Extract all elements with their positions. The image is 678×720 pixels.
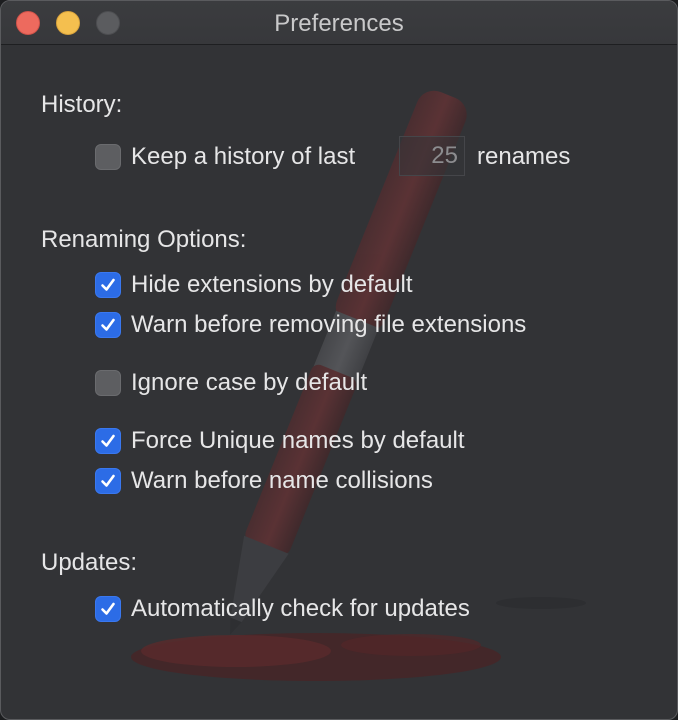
warn-name-collisions-label: Warn before name collisions [131,467,433,494]
checkmark-icon [101,602,115,615]
warn-removing-extensions-label: Warn before removing file extensions [131,311,527,338]
keep-history-option[interactable]: Keep a history of last [95,143,355,171]
updates-heading: Updates: [41,549,138,576]
checkmark-icon [101,434,115,447]
auto-check-updates-label: Automatically check for updates [131,595,470,622]
keep-history-label: Keep a history of last [131,143,356,170]
history-count-field[interactable] [399,136,465,176]
preferences-content: History: Keep a history of last renames … [1,45,677,719]
auto-check-updates-checkbox[interactable] [95,596,121,622]
ignore-case-option[interactable]: Ignore case by default [95,369,367,397]
ignore-case-checkbox[interactable] [95,370,121,396]
warn-removing-extensions-checkbox[interactable] [95,312,121,338]
keep-history-checkbox[interactable] [95,144,121,170]
warn-name-collisions-checkbox[interactable] [95,468,121,494]
checkmark-icon [101,278,115,291]
checkmark-icon [101,474,115,487]
warn-removing-extensions-option[interactable]: Warn before removing file extensions [95,311,526,339]
preferences-window: Preferences History: Keep a history of l… [0,0,678,720]
auto-check-updates-option[interactable]: Automatically check for updates [95,595,470,623]
renaming-options-heading: Renaming Options: [41,226,247,253]
force-unique-names-checkbox[interactable] [95,428,121,454]
hide-extensions-label: Hide extensions by default [131,271,413,298]
history-heading: History: [41,91,123,118]
hide-extensions-checkbox[interactable] [95,272,121,298]
hide-extensions-option[interactable]: Hide extensions by default [95,271,413,299]
force-unique-names-option[interactable]: Force Unique names by default [95,427,465,455]
warn-name-collisions-option[interactable]: Warn before name collisions [95,467,433,495]
force-unique-names-label: Force Unique names by default [131,427,465,454]
renames-label: renames [477,143,571,170]
ignore-case-label: Ignore case by default [131,369,368,396]
title-bar[interactable]: Preferences [1,1,677,45]
checkmark-icon [101,318,115,331]
window-title: Preferences [274,10,404,37]
